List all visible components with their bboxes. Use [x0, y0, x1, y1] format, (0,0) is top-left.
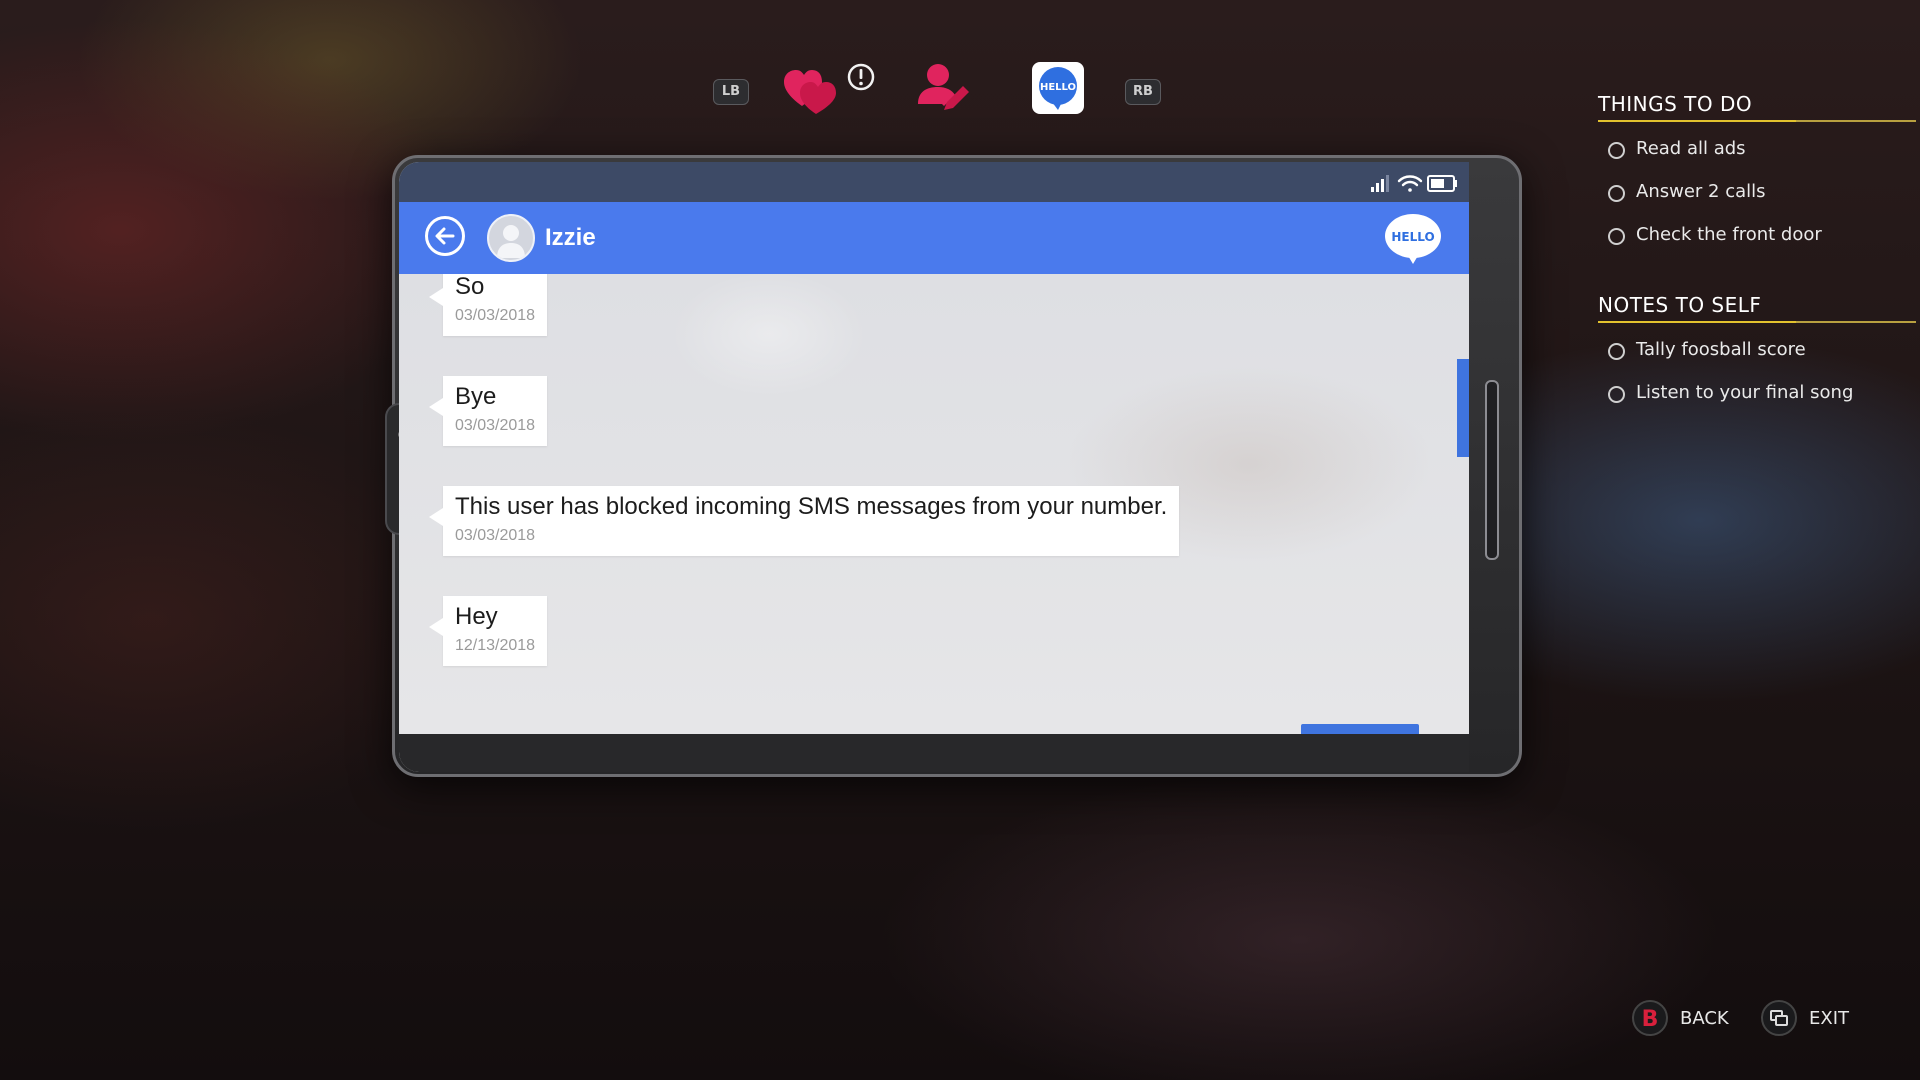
message-text: Bye	[455, 383, 497, 410]
phone-scrollbar[interactable]	[1485, 380, 1499, 560]
hello-bubble-icon: HELLO	[1385, 214, 1441, 264]
user-silhouette-icon	[497, 225, 525, 258]
contact-name: Izzie	[545, 224, 596, 251]
message-text: This user has blocked incoming SMS messa…	[455, 493, 1168, 520]
back-hint[interactable]: B BACK	[1632, 1000, 1752, 1040]
hello-messenger-icon: HELLO	[1039, 67, 1077, 110]
message-bubble: Bye 03/03/2018	[428, 376, 548, 446]
b-button-icon: B	[1632, 1000, 1668, 1036]
message-date: 03/03/2018	[455, 527, 536, 544]
todo-label: Read all ads	[1636, 138, 1746, 159]
arrow-left-icon	[435, 227, 455, 245]
objectives-panel: THINGS TO DO Read all ads Answer 2 calls…	[1598, 92, 1920, 417]
back-arrow-button[interactable]	[425, 216, 465, 256]
message-date: 03/03/2018	[455, 417, 536, 434]
note-item: Listen to your final song	[1598, 374, 1920, 417]
message-bubble: Hey 12/13/2018	[428, 596, 548, 666]
exit-hint[interactable]: EXIT	[1761, 1000, 1881, 1040]
profile-tab[interactable]	[914, 60, 970, 116]
unchecked-circle-icon	[1608, 343, 1625, 360]
chat-header: Izzie HELLO	[399, 202, 1469, 274]
phone-screen: Izzie HELLO So 03/03/2018 Bye 03/03/2018…	[399, 162, 1469, 772]
unchecked-circle-icon	[1608, 142, 1625, 159]
unchecked-circle-icon	[1608, 228, 1625, 245]
todo-label: Answer 2 calls	[1636, 181, 1766, 202]
unchecked-circle-icon	[1608, 386, 1625, 403]
message-text: So	[455, 274, 485, 300]
view-button-icon	[1761, 1000, 1797, 1036]
unchecked-circle-icon	[1608, 185, 1625, 202]
exit-label: EXIT	[1809, 1008, 1850, 1029]
wifi-icon	[1397, 175, 1423, 192]
battery-icon	[1427, 175, 1457, 192]
thread-scroll-thumb[interactable]	[1457, 359, 1469, 457]
todo-item: Read all ads	[1598, 130, 1920, 173]
status-bar	[399, 162, 1469, 202]
todo-item: Answer 2 calls	[1598, 173, 1920, 216]
svg-text:HELLO: HELLO	[1391, 230, 1434, 244]
message-thread: So 03/03/2018 Bye 03/03/2018 This user h…	[399, 274, 1469, 734]
reply-button[interactable]	[1301, 724, 1419, 734]
message-text: Hey	[455, 603, 498, 630]
todo-label: Check the front door	[1636, 224, 1822, 245]
rb-bumper[interactable]: RB	[1125, 79, 1161, 105]
notes-to-self-title: NOTES TO SELF	[1598, 293, 1916, 323]
message-date: 03/03/2018	[455, 307, 536, 324]
phone-device: Izzie HELLO So 03/03/2018 Bye 03/03/2018…	[385, 155, 1522, 777]
hello-tab[interactable]: HELLO	[1032, 62, 1084, 114]
things-to-do-title: THINGS TO DO	[1598, 92, 1916, 122]
note-label: Listen to your final song	[1636, 382, 1854, 403]
svg-text:B: B	[1642, 1007, 1659, 1032]
todo-item: Check the front door	[1598, 216, 1920, 259]
alert-icon	[847, 63, 875, 91]
back-label: BACK	[1680, 1008, 1729, 1029]
message-bubble: So 03/03/2018	[428, 274, 548, 336]
message-bubble: This user has blocked incoming SMS messa…	[428, 486, 1180, 556]
hearts-tab[interactable]	[780, 62, 875, 116]
note-label: Tally foosball score	[1636, 339, 1806, 360]
note-item: Tally foosball score	[1598, 331, 1920, 374]
signal-icon	[1371, 175, 1389, 192]
hello-badge[interactable]: HELLO	[1383, 212, 1443, 266]
svg-text:HELLO: HELLO	[1040, 82, 1076, 93]
phone-bottom-bar	[399, 734, 1469, 772]
contact-avatar	[487, 214, 535, 262]
phone-tab-bar: LB HELLO RB	[700, 58, 1180, 118]
lb-bumper[interactable]: LB	[713, 79, 749, 105]
message-date: 12/13/2018	[455, 637, 536, 654]
profile-edit-icon	[918, 64, 969, 110]
